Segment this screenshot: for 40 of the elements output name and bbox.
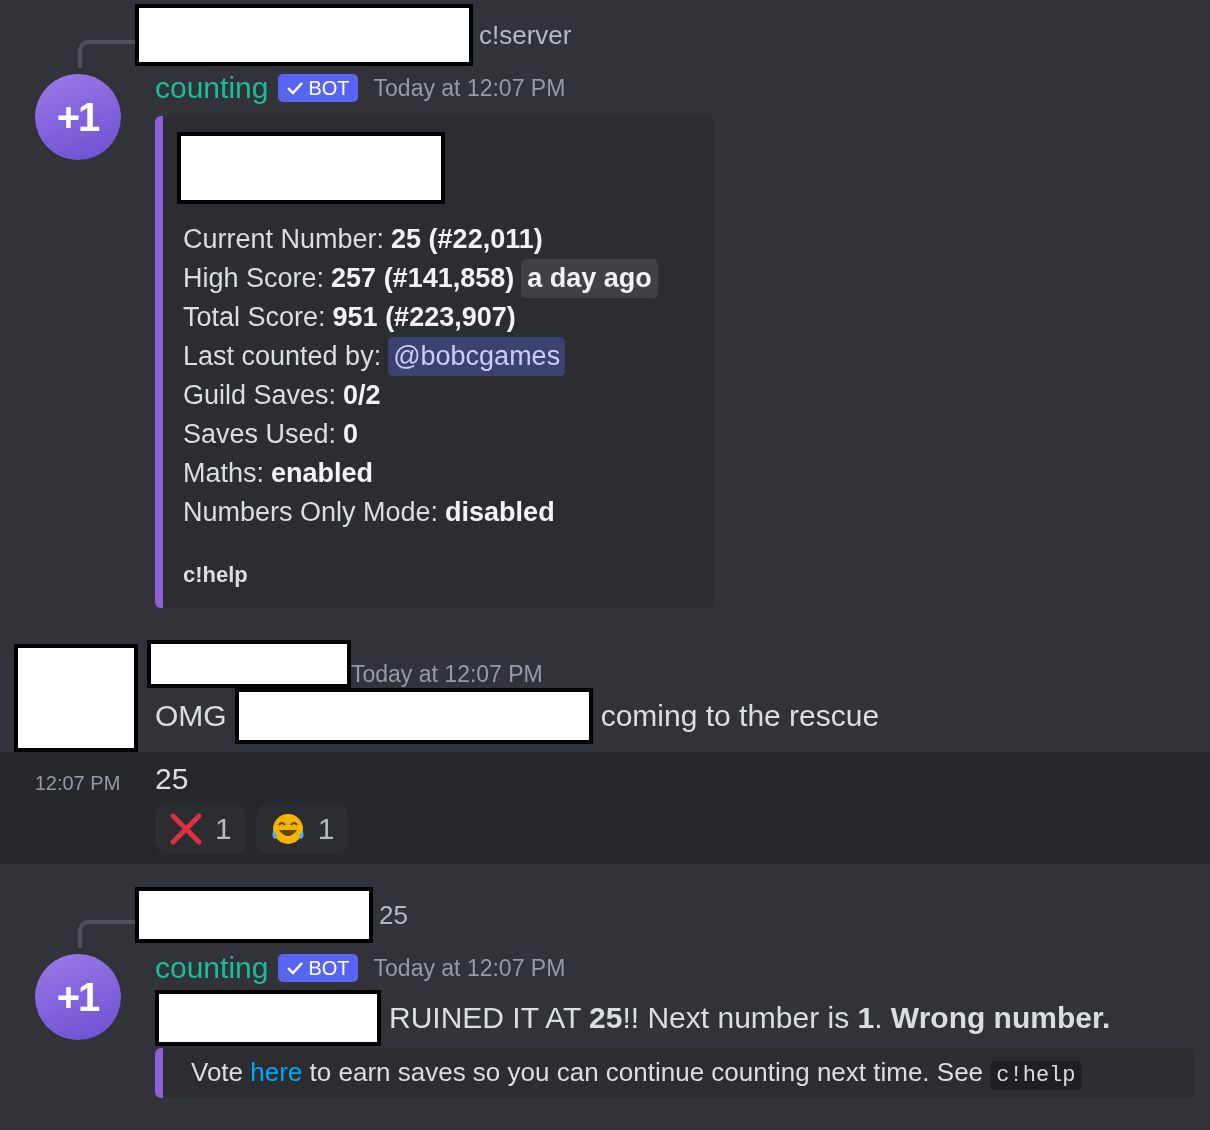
field-value: disabled <box>445 496 555 529</box>
bot-avatar[interactable]: +1 <box>34 74 121 160</box>
field-value: 257 (#141,858) <box>331 262 515 295</box>
reply-preview[interactable]: c!server <box>479 19 572 51</box>
author-name[interactable]: counting <box>155 951 269 985</box>
field-value: 951 (#223,907) <box>332 301 516 334</box>
badge-label: BOT <box>308 76 350 100</box>
cross-icon <box>169 812 203 846</box>
field-label: Current Number: <box>183 223 385 256</box>
reaction-button[interactable]: 1 <box>155 804 246 854</box>
field-value: 0 <box>343 418 359 451</box>
message-text: RUINED IT AT 25!! Next number is 1. Wrong number. <box>389 1001 1111 1035</box>
message-timestamp: Today at 12:07 PM <box>373 954 566 982</box>
field-value: 25 (#22,011) <box>391 223 543 256</box>
message-timestamp: Today at 12:07 PM <box>351 661 543 688</box>
field-label: Last counted by: <box>183 340 382 373</box>
field-label: Saves Used: <box>183 418 337 451</box>
field-value: enabled <box>271 457 374 490</box>
author-name[interactable]: counting <box>155 71 269 105</box>
message-text: 25 <box>155 762 190 796</box>
field-label: Guild Saves: <box>183 379 337 412</box>
field-label: Maths: <box>183 457 265 490</box>
badge-label: BOT <box>308 956 350 980</box>
field-label: High Score: <box>183 262 325 295</box>
message-text: OMG <box>155 699 227 733</box>
field-label: Total Score: <box>183 301 326 334</box>
vote-link[interactable]: here <box>250 1057 303 1087</box>
bot-avatar[interactable]: +1 <box>34 954 121 1040</box>
embed-footer: c!help <box>183 562 695 588</box>
message-text: coming to the rescue <box>600 699 880 733</box>
timestamp-tag: a day ago <box>521 259 658 298</box>
message-timestamp: Today at 12:07 PM <box>373 74 566 102</box>
laughing-emoji-icon <box>269 811 306 847</box>
field-value: 0/2 <box>343 379 381 412</box>
field-label: Numbers Only Mode: <box>183 496 439 529</box>
reaction-button[interactable]: 1 <box>255 804 349 854</box>
user-mention[interactable]: @bobcgames <box>388 337 566 376</box>
embed-description: Vote here to earn saves so you can continue counting next time. See c!help <box>191 1054 1175 1094</box>
message-timestamp: 12:07 PM <box>34 772 121 795</box>
reply-preview[interactable]: 25 <box>379 899 408 931</box>
